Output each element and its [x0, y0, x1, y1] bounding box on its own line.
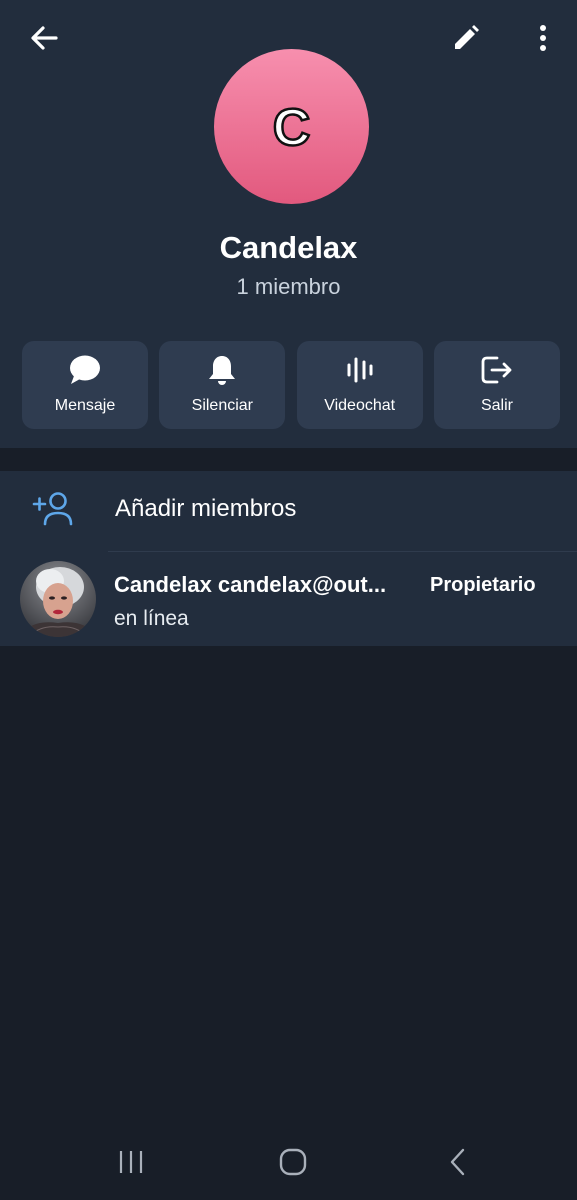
member-role-badge: Propietario — [430, 574, 536, 596]
profile-header: C Candelax 1 miembro Mensaje Silenciar V… — [0, 0, 577, 448]
nav-back-icon — [450, 1148, 465, 1176]
add-members-button[interactable]: Añadir miembros — [0, 471, 577, 551]
avatar-letter: C — [271, 98, 311, 157]
message-label: Mensaje — [54, 397, 116, 414]
pencil-icon — [455, 25, 479, 49]
videochat-button[interactable]: Videochat — [296, 341, 423, 429]
nav-back-button[interactable] — [436, 1142, 480, 1182]
member-row[interactable]: Candelax candelax@out... en línea Propie… — [0, 552, 577, 646]
action-buttons: Mensaje Silenciar Videochat Salir — [22, 341, 560, 429]
member-count: 1 miembro — [236, 274, 341, 299]
recent-apps-button[interactable] — [109, 1142, 153, 1182]
edit-button[interactable] — [442, 14, 490, 62]
more-vert-icon — [540, 25, 546, 51]
member-name: Candelax candelax@out... — [114, 572, 387, 597]
mute-button[interactable]: Silenciar — [159, 341, 286, 429]
recent-apps-icon — [119, 1151, 143, 1173]
group-name: Candelax — [219, 230, 358, 265]
chat-bubble-icon — [70, 355, 100, 384]
home-icon — [279, 1148, 307, 1176]
videochat-label: Videochat — [324, 397, 396, 414]
group-avatar[interactable]: C — [214, 49, 369, 204]
leave-button[interactable]: Salir — [433, 341, 560, 429]
members-section: Añadir miembros Candelax candelax@out...… — [0, 471, 577, 646]
mute-label: Silenciar — [191, 397, 253, 414]
system-nav-bar — [0, 1120, 577, 1200]
member-status: en línea — [114, 607, 189, 630]
leave-label: Salir — [480, 397, 513, 414]
more-options-button[interactable] — [519, 14, 567, 62]
member-avatar — [20, 561, 96, 637]
home-button[interactable] — [271, 1142, 315, 1182]
arrow-left-icon — [31, 26, 58, 50]
person-add-icon — [32, 492, 73, 526]
bell-icon — [209, 356, 236, 385]
voice-wave-icon — [347, 357, 373, 383]
member-photo — [20, 561, 96, 637]
exit-icon — [481, 356, 512, 384]
back-button[interactable] — [20, 14, 68, 62]
add-members-label: Añadir miembros — [115, 495, 297, 522]
message-button[interactable]: Mensaje — [22, 341, 148, 429]
